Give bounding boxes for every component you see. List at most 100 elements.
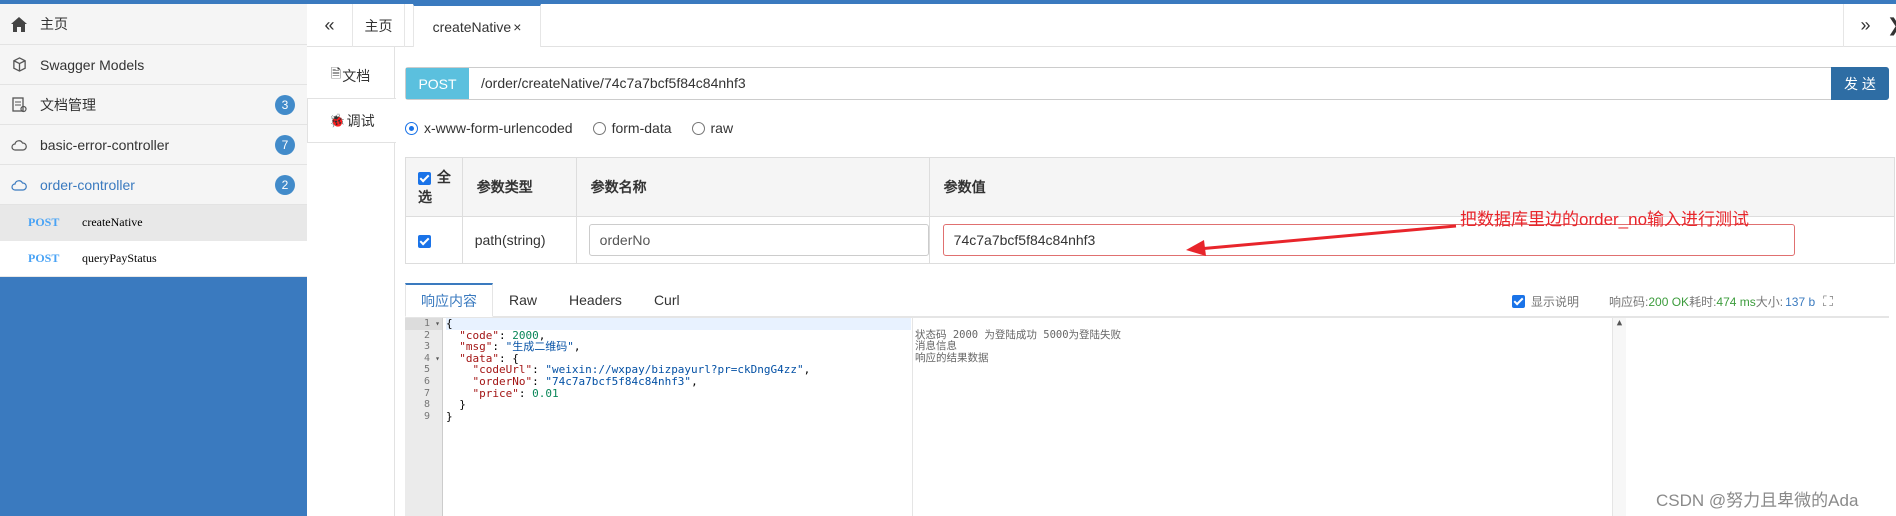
sidebar-item-home[interactable]: 主页 bbox=[0, 4, 307, 45]
http-method-label: POST bbox=[28, 215, 60, 229]
tab-raw[interactable]: Raw bbox=[493, 283, 553, 317]
sidebar-item-swagger-models[interactable]: Swagger Models bbox=[0, 45, 307, 85]
editor-scrollbar[interactable]: ▲ bbox=[1612, 318, 1626, 516]
main-panel: « 主页 createNative × » ❯ 🗎 文档 🐞 调试 POST /… bbox=[307, 4, 1896, 516]
request-url-bar: POST /order/createNative/74c7a7bcf5f84c8… bbox=[405, 67, 1889, 100]
sidebar-item-label: basic-error-controller bbox=[40, 136, 170, 153]
status-code-label: 响应码: bbox=[1609, 295, 1649, 309]
description-line: 状态码 2000 为登陆成功 5000为登陆失败 bbox=[915, 328, 1122, 341]
select-all-checkbox[interactable] bbox=[418, 171, 431, 185]
tab-menu-button[interactable]: ❯ bbox=[1887, 4, 1896, 47]
description-line: 响应的结果数据 bbox=[915, 351, 989, 364]
sidebar-item-label: Swagger Models bbox=[40, 56, 145, 73]
radio-x-www-form-urlencoded[interactable]: x-www-form-urlencoded bbox=[405, 120, 573, 136]
scroll-up-icon[interactable]: ▲ bbox=[1613, 318, 1626, 328]
cloud-icon bbox=[10, 176, 28, 194]
operation-item-querypaystatus[interactable]: POST queryPayStatus bbox=[0, 241, 307, 277]
line-number: 4 ▾ bbox=[423, 352, 440, 364]
line-number: 6 bbox=[423, 375, 430, 387]
tab-scroll-left-button[interactable]: « bbox=[307, 4, 353, 47]
content-type-radio-group: x-www-form-urlencoded form-data raw bbox=[405, 120, 753, 136]
operation-name: createNative bbox=[82, 215, 143, 229]
radio-label: raw bbox=[710, 120, 734, 136]
param-name-input[interactable]: orderNo bbox=[588, 224, 929, 256]
request-url-input[interactable]: /order/createNative/74c7a7bcf5f84c84nhf3 bbox=[469, 68, 1831, 99]
tab-curl[interactable]: Curl bbox=[638, 283, 696, 317]
radio-indicator bbox=[592, 121, 606, 135]
count-badge: 3 bbox=[275, 95, 295, 115]
header-param-value: 参数值 bbox=[928, 157, 1896, 217]
radio-indicator bbox=[405, 121, 418, 135]
sidebar: 主页 Swagger Models 文档管理 3 basic-error-con… bbox=[0, 4, 307, 516]
count-badge: 2 bbox=[275, 175, 295, 195]
size-value: 137 b bbox=[1785, 294, 1816, 309]
tab-label: 文档 bbox=[342, 67, 371, 84]
row-checkbox-cell bbox=[405, 216, 463, 264]
document-icon bbox=[10, 96, 28, 114]
description-line: 消息信息 bbox=[915, 340, 957, 353]
tab-response-content[interactable]: 响应内容 bbox=[405, 283, 493, 317]
radio-indicator bbox=[691, 121, 705, 135]
sidebar-menu: 主页 Swagger Models 文档管理 3 basic-error-con… bbox=[0, 4, 307, 277]
tab-scroll-right-button[interactable]: » bbox=[1843, 4, 1887, 47]
sidebar-item-basic-error-controller[interactable]: basic-error-controller 7 bbox=[0, 125, 307, 165]
code-line: } bbox=[459, 398, 466, 412]
sidebar-item-label: 主页 bbox=[40, 16, 68, 32]
cloud-icon bbox=[10, 136, 28, 154]
fullscreen-icon[interactable]: ⛶ bbox=[1823, 293, 1833, 310]
tab-home[interactable]: 主页 bbox=[353, 4, 405, 47]
radio-form-data[interactable]: form-data bbox=[592, 120, 672, 136]
fold-icon: ▾ bbox=[435, 319, 440, 328]
http-method-label: POST bbox=[28, 251, 60, 265]
operation-item-createnative[interactable]: POST createNative bbox=[0, 205, 307, 241]
tab-doc[interactable]: 🗎 文档 bbox=[307, 53, 394, 98]
time-value: 474 ms bbox=[1716, 294, 1756, 309]
row-checkbox[interactable] bbox=[418, 234, 431, 248]
show-description-label: 显示说明 bbox=[1531, 295, 1580, 309]
radio-raw[interactable]: raw bbox=[691, 120, 734, 136]
tab-bar: « 主页 createNative × » ❯ bbox=[307, 4, 1896, 47]
bug-icon: 🐞 bbox=[329, 112, 346, 128]
fold-icon: ▾ bbox=[435, 353, 440, 363]
line-number: 7 bbox=[423, 387, 430, 399]
line-number: 1 ▾ bbox=[405, 318, 442, 330]
tab-headers[interactable]: Headers bbox=[553, 283, 638, 317]
document-icon: 🗎 bbox=[330, 65, 342, 81]
header-param-name: 参数名称 bbox=[575, 157, 930, 217]
tab-label: createNative bbox=[432, 18, 512, 35]
operation-name: queryPayStatus bbox=[82, 251, 157, 265]
tab-debug[interactable]: 🐞 调试 bbox=[307, 98, 396, 143]
line-number: 2 bbox=[423, 329, 430, 341]
line-number: 3 bbox=[423, 341, 430, 353]
line-number: 8 bbox=[423, 399, 430, 411]
select-all-header[interactable]: 全选 bbox=[405, 157, 463, 217]
watermark: CSDN @努力且卑微的Ada bbox=[1656, 491, 1859, 510]
json-code: { "code": 2000, "msg": "生成二维码", "data": … bbox=[446, 318, 911, 422]
annotation-text: 把数据库里边的order_no输入进行测试 bbox=[1460, 210, 1750, 229]
code-line: "price": 0.01 bbox=[472, 386, 559, 400]
code-line: } bbox=[446, 409, 453, 423]
cube-icon bbox=[10, 56, 28, 74]
http-method-badge: POST bbox=[406, 68, 469, 99]
param-type-cell: path(string) bbox=[461, 216, 577, 264]
close-icon[interactable]: × bbox=[513, 19, 521, 35]
sidebar-item-order-controller[interactable]: order-controller 2 bbox=[0, 165, 307, 205]
annotation-arrow bbox=[1186, 224, 1457, 256]
tab-label: 调试 bbox=[346, 112, 375, 129]
response-descriptions: 状态码 2000 为登陆成功 5000为登陆失败 消息信息 响应的结果数据 bbox=[912, 318, 1612, 516]
home-icon bbox=[10, 15, 28, 33]
send-button[interactable]: 发 送 bbox=[1831, 67, 1889, 100]
line-number: 9 bbox=[423, 410, 430, 422]
sidebar-item-label: order-controller bbox=[40, 176, 135, 193]
tab-createnative[interactable]: createNative × bbox=[413, 4, 541, 47]
size-label: 大小: bbox=[1755, 295, 1784, 309]
param-name-cell: orderNo bbox=[575, 216, 930, 264]
line-number-gutter: 1 ▾ 2 3 4 ▾ 5 6 7 8 9 bbox=[405, 318, 443, 516]
count-badge: 7 bbox=[275, 135, 295, 155]
show-description-checkbox[interactable] bbox=[1512, 295, 1525, 308]
time-label: 耗时: bbox=[1689, 295, 1717, 309]
sidebar-item-doc-management[interactable]: 文档管理 3 bbox=[0, 85, 307, 125]
status-code-value: 200 OK bbox=[1648, 294, 1690, 309]
radio-label: x-www-form-urlencoded bbox=[424, 120, 573, 136]
line-number: 5 bbox=[423, 364, 430, 376]
